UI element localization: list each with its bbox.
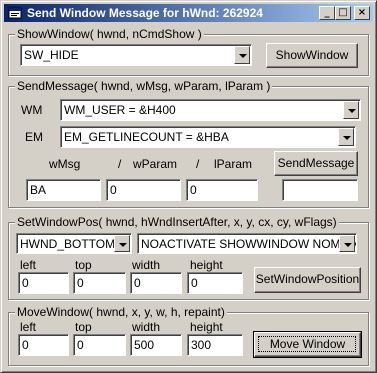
- showwindow-group: ShowWindow( hwnd, nCmdShow ) SW_HIDE Sho…: [8, 27, 369, 76]
- top-label: top: [75, 320, 92, 334]
- setwindowpos-caption: SetWindowPos( hwnd, hWndInsertAfter, x, …: [15, 215, 339, 229]
- close-button[interactable]: ×: [354, 6, 370, 20]
- app-window: Send Window Message for hWnd: 262924 _ □…: [0, 0, 377, 373]
- chevron-down-icon[interactable]: [339, 235, 355, 252]
- wparam-label: wParam: [133, 157, 178, 171]
- move-window-button[interactable]: Move Window: [253, 331, 362, 358]
- height-label: height: [190, 258, 223, 272]
- left-label: left: [20, 258, 37, 272]
- window-title: Send Window Message for hWnd: 262924: [27, 6, 263, 20]
- sendmessage-group: SendMessage( hwnd, wMsg, wParam, lParam …: [8, 79, 369, 208]
- swp-width-input[interactable]: 0: [130, 272, 182, 294]
- flags-dropdown[interactable]: NOACTIVATE SHOWWINDOW NOMOVE: [137, 233, 357, 254]
- mw-height-input[interactable]: 300: [187, 334, 243, 356]
- sendmessage-caption: SendMessage( hwnd, wMsg, wParam, lParam …: [15, 79, 273, 93]
- wparam-input[interactable]: 0: [106, 179, 181, 201]
- wm-value: WM_USER = &H400: [64, 103, 176, 117]
- em-label: EM: [25, 130, 43, 144]
- width-label: width: [132, 258, 161, 272]
- mw-width-input[interactable]: 500: [130, 334, 182, 356]
- slash-separator: /: [196, 157, 200, 171]
- insert-after-dropdown[interactable]: HWND_BOTTOM =: [16, 233, 132, 254]
- lparam-label: lParam: [214, 157, 253, 171]
- em-dropdown[interactable]: EM_GETLINECOUNT = &HBA: [60, 126, 356, 148]
- swp-left-input[interactable]: 0: [18, 272, 69, 294]
- width-label: width: [132, 320, 161, 334]
- wm-label: WM: [21, 103, 43, 117]
- em-value: EM_GETLINECOUNT = &HBA: [64, 130, 229, 144]
- movewindow-group: MoveWindow( hwnd, x, y, w, h, repaint) l…: [8, 305, 369, 366]
- flags-value: NOACTIVATE SHOWWINDOW NOMOVE: [141, 237, 357, 251]
- result-output: [282, 179, 358, 201]
- focus-rect: [258, 336, 356, 352]
- top-label: top: [75, 258, 92, 272]
- title-bar[interactable]: Send Window Message for hWnd: 262924 _ □…: [4, 4, 373, 22]
- mw-top-input[interactable]: 0: [73, 334, 126, 356]
- cmd-show-value: SW_HIDE: [24, 48, 79, 62]
- movewindow-caption: MoveWindow( hwnd, x, y, w, h, repaint): [15, 305, 227, 319]
- chevron-down-icon[interactable]: [234, 46, 250, 64]
- wmsg-input[interactable]: BA: [26, 179, 101, 201]
- chevron-down-icon[interactable]: [343, 101, 359, 119]
- app-window-icon: [8, 7, 22, 19]
- mw-left-input[interactable]: 0: [18, 334, 69, 356]
- wm-dropdown[interactable]: WM_USER = &H400: [60, 99, 361, 121]
- wmsg-label: wMsg: [49, 157, 81, 171]
- swp-top-input[interactable]: 0: [73, 272, 126, 294]
- insert-after-value: HWND_BOTTOM =: [20, 237, 126, 251]
- minimize-button[interactable]: _: [319, 6, 335, 20]
- chevron-down-icon[interactable]: [114, 235, 130, 252]
- left-label: left: [20, 320, 37, 334]
- chevron-down-icon[interactable]: [338, 128, 354, 146]
- swp-height-input[interactable]: 0: [187, 272, 243, 294]
- lparam-input[interactable]: 0: [186, 179, 258, 201]
- maximize-button[interactable]: □: [335, 6, 351, 20]
- sendmessage-button[interactable]: SendMessage: [274, 151, 358, 176]
- slash-separator: /: [118, 157, 122, 171]
- height-label: height: [190, 320, 223, 334]
- showwindow-caption: ShowWindow( hwnd, nCmdShow ): [15, 27, 204, 41]
- setwindowposition-button[interactable]: SetWindowPosition: [254, 267, 361, 293]
- cmd-show-dropdown[interactable]: SW_HIDE: [20, 44, 252, 66]
- setwindowpos-group: SetWindowPos( hwnd, hWndInsertAfter, x, …: [8, 215, 369, 300]
- showwindow-button[interactable]: ShowWindow: [266, 43, 358, 68]
